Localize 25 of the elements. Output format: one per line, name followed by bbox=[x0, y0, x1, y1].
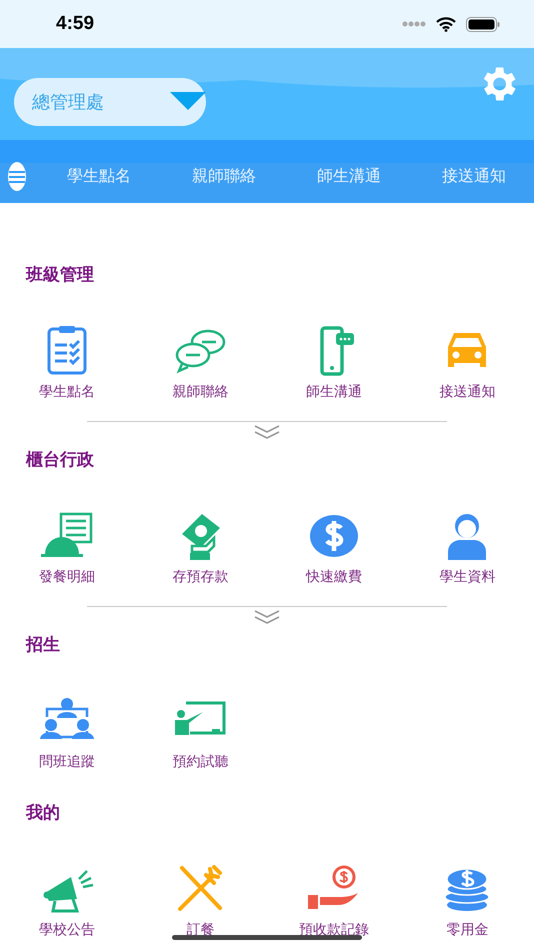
section-title: 櫃台行政 bbox=[24, 449, 95, 472]
feature-button[interactable]: 學生點名 bbox=[0, 325, 134, 401]
section-title: 班級管理 bbox=[24, 264, 95, 287]
signal-icon bbox=[402, 21, 426, 27]
section-title: 我的 bbox=[24, 802, 61, 825]
caret-icon bbox=[170, 92, 206, 110]
feature-button[interactable]: 學校公告 bbox=[0, 863, 134, 939]
status-time: 4:59 bbox=[56, 13, 96, 35]
expand-chevron-icon[interactable] bbox=[254, 610, 280, 624]
feature-button[interactable]: 問班追蹤 bbox=[0, 695, 134, 771]
feature-button[interactable]: 親師聯絡 bbox=[134, 325, 267, 401]
feature-button[interactable]: 學生資料 bbox=[400, 510, 534, 586]
battery-icon bbox=[466, 16, 500, 32]
menu-icon bbox=[8, 170, 26, 184]
feature-button[interactable]: 接送通知 bbox=[400, 325, 534, 401]
feature-button[interactable]: 快速繳費 bbox=[267, 510, 400, 586]
feature-button[interactable]: 預約試聽 bbox=[134, 695, 267, 771]
feature-button[interactable]: 發餐明細 bbox=[0, 510, 134, 586]
feature-button[interactable]: 存預存款 bbox=[134, 510, 267, 586]
menu-button[interactable] bbox=[8, 162, 26, 191]
section-title: 招生 bbox=[24, 634, 61, 657]
feature-button[interactable]: 師生溝通 bbox=[267, 325, 400, 401]
expand-chevron-icon[interactable] bbox=[254, 425, 280, 439]
wifi-icon bbox=[436, 16, 456, 32]
feature-button[interactable]: 零用金 bbox=[400, 863, 534, 939]
